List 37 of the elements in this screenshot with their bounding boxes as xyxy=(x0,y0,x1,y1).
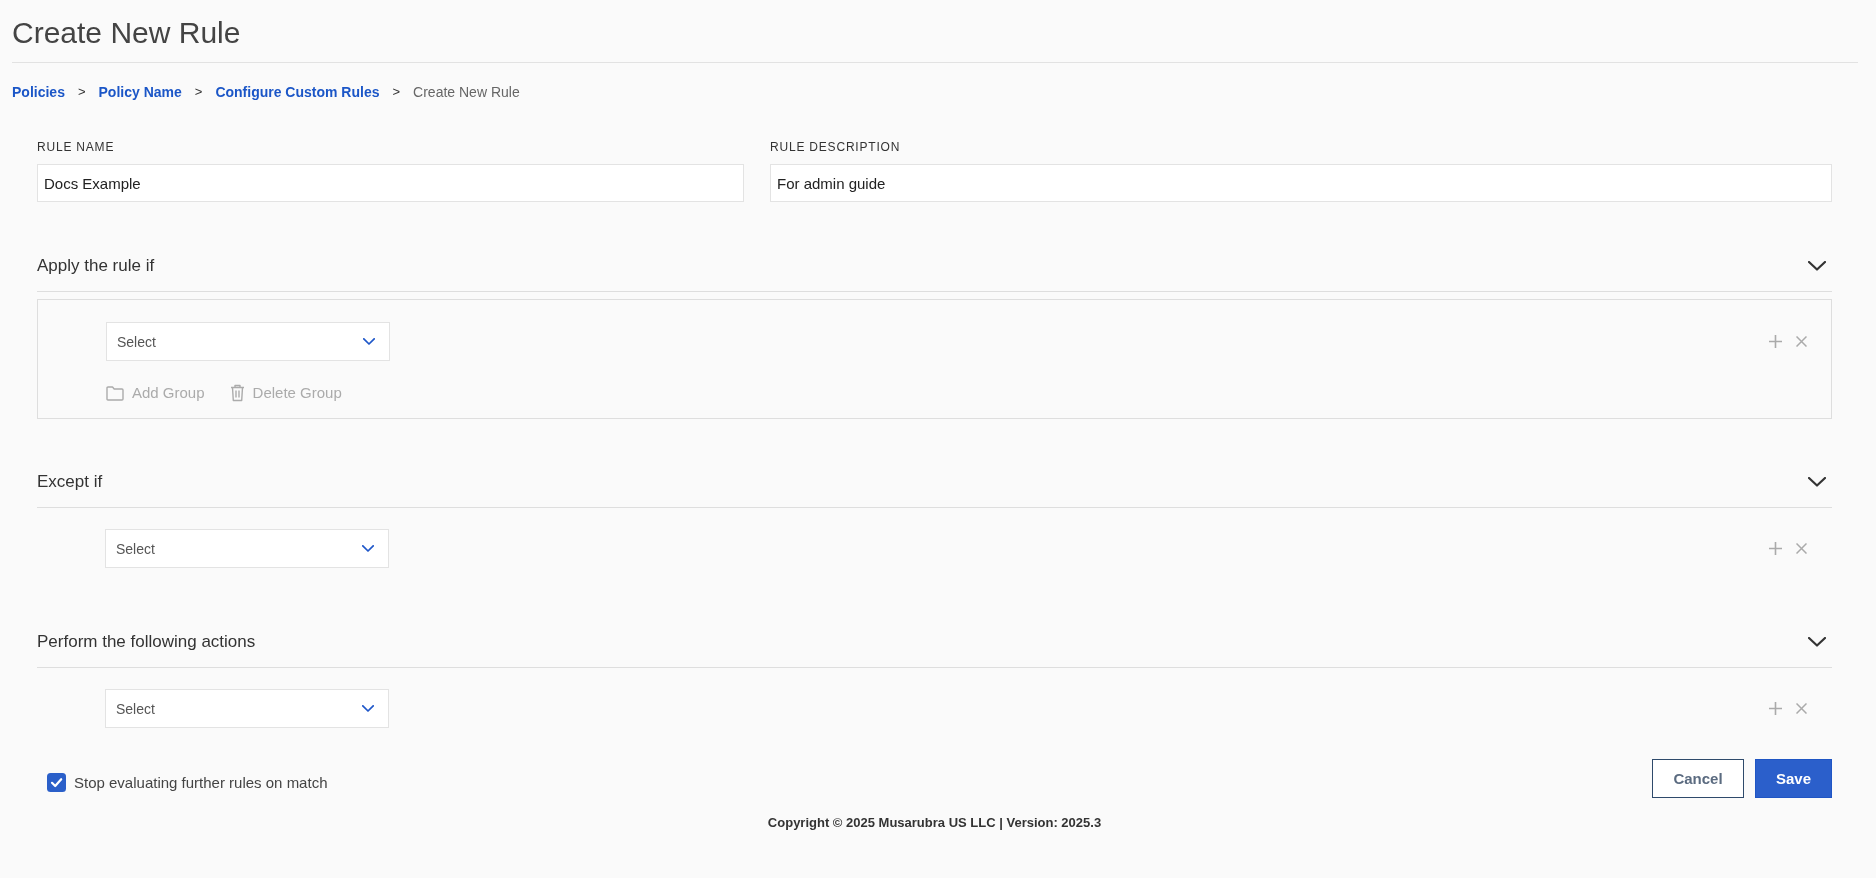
page-title: Create New Rule xyxy=(12,14,1858,63)
section-title: Except if xyxy=(37,471,103,493)
section-title: Apply the rule if xyxy=(37,255,155,277)
text-field[interactable]: For admin guide xyxy=(770,164,1832,202)
chevron-down-icon xyxy=(363,338,375,345)
chevron-down-icon xyxy=(362,545,374,552)
save-button[interactable]: Save xyxy=(1755,759,1832,798)
folder-icon xyxy=(106,385,124,401)
plus-icon[interactable] xyxy=(1769,702,1782,715)
chevron-down-icon[interactable] xyxy=(1808,477,1826,487)
close-icon[interactable] xyxy=(1796,703,1807,714)
text-field[interactable]: Docs Example xyxy=(37,164,744,202)
breadcrumb-separator: > xyxy=(77,83,86,101)
copyright-text: Copyright © 2025 Musarubra US LLC | Version: 2025.3 xyxy=(767,815,1102,830)
breadcrumb-current: Create New Rule xyxy=(413,83,520,102)
section-title: Perform the following actions xyxy=(37,631,256,653)
select-dropdown[interactable]: Select xyxy=(105,689,389,728)
chevron-down-icon[interactable] xyxy=(1808,261,1826,271)
close-icon[interactable] xyxy=(1796,336,1807,347)
select-dropdown[interactable]: Select xyxy=(106,322,390,361)
plus-icon[interactable] xyxy=(1769,542,1782,555)
checkbox-label: Stop evaluating further rules on match xyxy=(74,772,328,793)
cancel-button[interactable]: Cancel xyxy=(1652,759,1744,798)
select-dropdown[interactable]: Select xyxy=(105,529,389,568)
chevron-down-icon[interactable] xyxy=(1808,637,1826,647)
breadcrumb-link[interactable]: Policy Name xyxy=(98,82,182,102)
field-label: RULE DESCRIPTION xyxy=(770,139,901,155)
chevron-down-icon xyxy=(362,705,374,712)
field-label: RULE NAME xyxy=(37,139,115,155)
checkbox[interactable] xyxy=(47,773,66,792)
breadcrumb-link[interactable]: Policies xyxy=(12,82,65,102)
breadcrumb-link[interactable]: Configure Custom Rules xyxy=(215,82,380,102)
trash-icon xyxy=(229,384,245,402)
breadcrumb-separator: > xyxy=(392,83,401,101)
breadcrumb-separator: > xyxy=(194,83,203,101)
close-icon[interactable] xyxy=(1796,543,1807,554)
plus-icon[interactable] xyxy=(1769,335,1782,348)
